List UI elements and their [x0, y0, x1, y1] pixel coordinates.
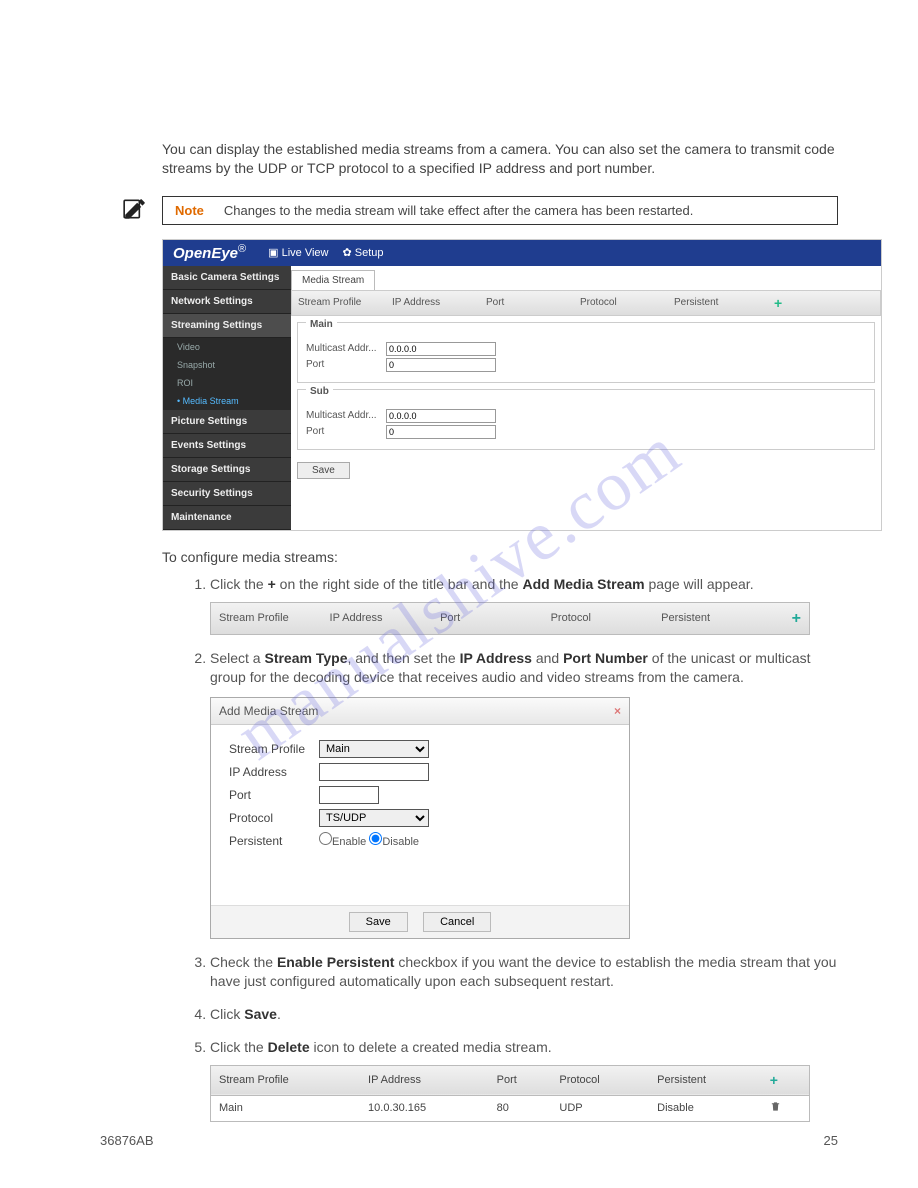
col-ip-address: IP Address [360, 1065, 489, 1095]
note-row: Note Changes to the media stream will ta… [122, 196, 838, 225]
sidebar-item-maintenance[interactable]: Maintenance [163, 506, 291, 530]
cell-profile: Main [211, 1095, 361, 1122]
footer-page-number: 25 [824, 1133, 838, 1148]
main-port-input[interactable] [386, 358, 496, 372]
sidebar-item-storage[interactable]: Storage Settings [163, 458, 291, 482]
col-ip-address: IP Address [392, 297, 486, 308]
save-button[interactable]: Save [297, 462, 350, 479]
add-stream-icon[interactable]: + [770, 1072, 778, 1088]
col-persistent: Persistent [661, 611, 772, 626]
sub-addr-input[interactable] [386, 409, 496, 423]
dlg-port-label: Port [229, 787, 319, 803]
sidebar-sub-snapshot[interactable]: Snapshot [163, 356, 291, 374]
sidebar-sub-video[interactable]: Video [163, 338, 291, 356]
col-port: Port [486, 297, 580, 308]
sidebar-item-security[interactable]: Security Settings [163, 482, 291, 506]
dlg-profile-label: Stream Profile [229, 741, 319, 757]
brand-logo: OpenEye® [173, 243, 246, 262]
step-1: Click the + on the right side of the tit… [210, 575, 838, 635]
dlg-cancel-button[interactable]: Cancel [423, 912, 491, 932]
sidebar: Basic Camera Settings Network Settings S… [163, 266, 291, 530]
col-persistent: Persistent [649, 1065, 762, 1095]
col-persistent: Persistent [674, 297, 768, 308]
main-port-label: Port [306, 359, 386, 370]
sidebar-item-network[interactable]: Network Settings [163, 290, 291, 314]
tab-setup[interactable]: ✿ Setup [342, 246, 383, 259]
step-4: Click Save. [210, 1005, 838, 1024]
col-protocol: Protocol [551, 611, 662, 626]
sub-addr-label: Multicast Addr... [306, 410, 386, 421]
sub-port-label: Port [306, 426, 386, 437]
note-box: Note Changes to the media stream will ta… [162, 196, 838, 225]
delete-icon[interactable] [770, 1103, 781, 1115]
main-addr-input[interactable] [386, 342, 496, 356]
cell-protocol: UDP [551, 1095, 649, 1122]
section-heading: To configure media streams: [162, 549, 838, 565]
cell-port: 80 [489, 1095, 552, 1122]
sidebar-item-streaming[interactable]: Streaming Settings [163, 314, 291, 338]
dlg-enable-radio[interactable] [319, 832, 332, 845]
dlg-disable-radio[interactable] [369, 832, 382, 845]
page-footer: 36876AB 25 [100, 1133, 838, 1148]
step-5: Click the Delete icon to delete a create… [210, 1038, 838, 1123]
tab-live-view[interactable]: ▣ Live View [268, 246, 328, 259]
step-3: Check the Enable Persistent checkbox if … [210, 953, 838, 991]
content-tab-media-stream[interactable]: Media Stream [291, 270, 375, 290]
col-port: Port [489, 1065, 552, 1095]
title-bar-example: Stream Profile IP Address Port Protocol … [210, 602, 810, 636]
group-sub: Sub Multicast Addr... Port [297, 389, 875, 450]
add-media-stream-dialog: Add Media Stream × Stream Profile Main I… [210, 697, 630, 939]
col-stream-profile: Stream Profile [219, 611, 330, 626]
dlg-persistent-label: Persistent [229, 833, 319, 849]
sidebar-item-events[interactable]: Events Settings [163, 434, 291, 458]
dlg-protocol-label: Protocol [229, 810, 319, 826]
close-icon[interactable]: × [614, 703, 621, 719]
step-2: Select a Stream Type, and then set the I… [210, 649, 838, 939]
note-text: Changes to the media stream will take ef… [224, 203, 693, 218]
dlg-ip-label: IP Address [229, 764, 319, 780]
footer-doc-id: 36876AB [100, 1133, 154, 1148]
dlg-port-input[interactable] [319, 786, 379, 804]
col-port: Port [440, 611, 551, 626]
col-ip-address: IP Address [330, 611, 441, 626]
col-protocol: Protocol [551, 1065, 649, 1095]
dlg-save-button[interactable]: Save [349, 912, 408, 932]
group-main-legend: Main [306, 319, 337, 330]
sidebar-item-picture[interactable]: Picture Settings [163, 410, 291, 434]
sidebar-sub-roi[interactable]: ROI [163, 374, 291, 392]
intro-text: You can display the established media st… [162, 140, 882, 178]
col-stream-profile: Stream Profile [211, 1065, 361, 1095]
sub-port-input[interactable] [386, 425, 496, 439]
dlg-profile-select[interactable]: Main [319, 740, 429, 758]
dlg-protocol-select[interactable]: TS/UDP [319, 809, 429, 827]
cell-persistent: Disable [649, 1095, 762, 1122]
dialog-title: Add Media Stream [219, 703, 318, 719]
screenshot-media-stream: OpenEye® ▣ Live View ✿ Setup Basic Camer… [162, 239, 882, 531]
group-sub-legend: Sub [306, 386, 333, 397]
add-stream-icon[interactable]: + [768, 295, 874, 311]
stream-table-header: Stream Profile IP Address Port Protocol … [291, 290, 881, 316]
cell-ip: 10.0.30.165 [360, 1095, 489, 1122]
add-stream-icon[interactable]: + [772, 608, 801, 630]
table-row: Main 10.0.30.165 80 UDP Disable [211, 1095, 810, 1122]
sidebar-sub-media-stream[interactable]: • Media Stream [163, 392, 291, 410]
steps-list: Click the + on the right side of the tit… [210, 575, 838, 1123]
col-protocol: Protocol [580, 297, 674, 308]
stream-table: Stream Profile IP Address Port Protocol … [210, 1065, 810, 1123]
note-label: Note [175, 203, 204, 218]
group-main: Main Multicast Addr... Port [297, 322, 875, 383]
edit-icon [122, 196, 148, 225]
sidebar-item-basic[interactable]: Basic Camera Settings [163, 266, 291, 290]
main-addr-label: Multicast Addr... [306, 343, 386, 354]
dlg-ip-input[interactable] [319, 763, 429, 781]
col-stream-profile: Stream Profile [298, 297, 392, 308]
